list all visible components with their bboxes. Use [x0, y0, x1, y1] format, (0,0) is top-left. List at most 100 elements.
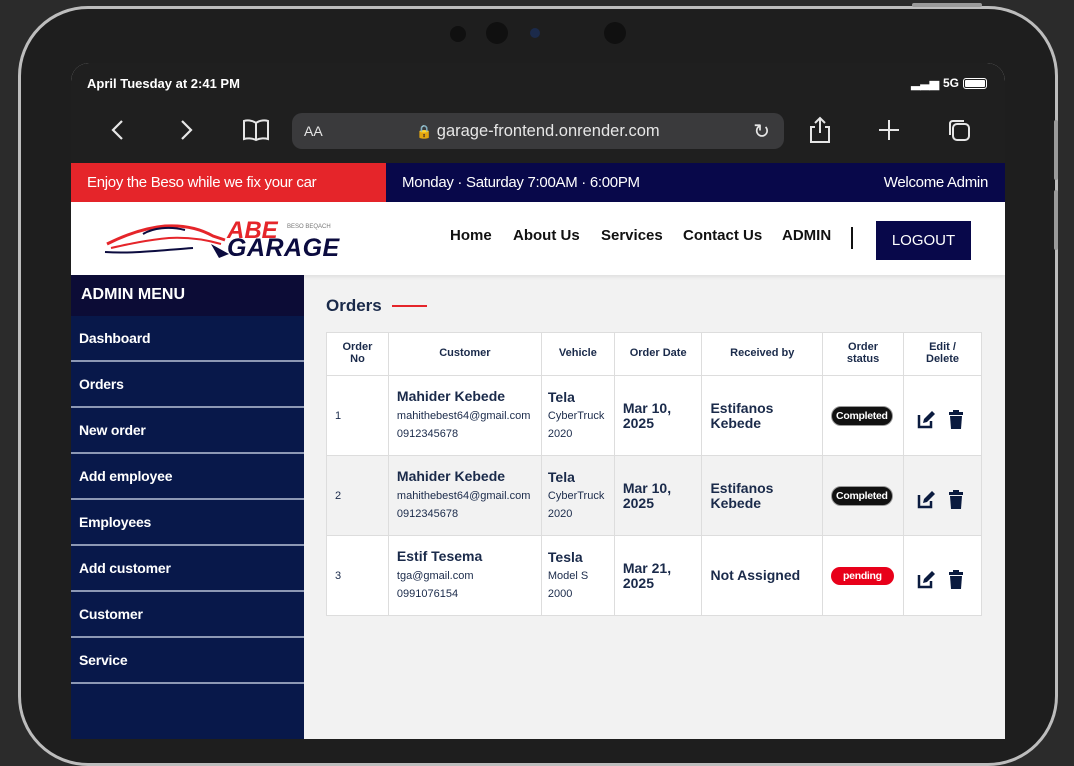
vehicle-cell: Tela CyberTruck 2020 — [540, 375, 615, 456]
actions-cell — [903, 535, 982, 616]
status-cell: pending — [822, 535, 905, 616]
order-date: Mar 21, 2025 — [613, 535, 703, 616]
logo-text-garage: GARAGE — [227, 234, 340, 262]
nav-about[interactable]: About Us — [513, 227, 580, 244]
signal-icon: ▂▃▅ — [911, 76, 939, 90]
new-tab-icon[interactable] — [874, 115, 904, 145]
trash-icon[interactable] — [946, 489, 966, 510]
back-icon[interactable] — [103, 115, 133, 145]
logout-button[interactable]: LOGOUT — [876, 221, 971, 260]
sidebar-item-customer[interactable]: Customer — [71, 592, 304, 638]
vehicle-make: Tesla — [547, 548, 583, 565]
status-cell: Completed — [822, 375, 905, 456]
customer-name: Mahider Kebede — [396, 468, 506, 484]
camera-dot — [486, 22, 508, 44]
nav-divider — [851, 227, 853, 249]
received-by: Estifanos Kebede — [701, 375, 824, 456]
status-cell: Completed — [822, 455, 905, 536]
tablet-side-button — [1054, 190, 1058, 250]
col-header-customer: Customer — [387, 332, 542, 376]
edit-icon[interactable] — [916, 490, 936, 510]
customer-name: Estif Tesema — [396, 548, 483, 564]
nav-admin[interactable]: ADMIN — [782, 227, 831, 244]
trash-icon[interactable] — [946, 569, 966, 590]
url-label: garage-frontend.onrender.com — [436, 122, 660, 140]
customer-name: Mahider Kebede — [396, 388, 506, 404]
camera-dot — [450, 26, 466, 42]
lock-icon: 🔒 — [416, 124, 433, 139]
sidebar-item-service[interactable]: Service — [71, 638, 304, 684]
order-no: 1 — [326, 375, 389, 456]
top-info-bar: Enjoy the Beso while we fix your car Mon… — [71, 163, 1005, 202]
customer-email: mahithebest64@gmail.com — [396, 410, 531, 422]
vehicle-model: CyberTruck — [547, 489, 605, 502]
vehicle-cell: Tesla Model S 2000 — [540, 535, 615, 616]
tablet-side-button — [912, 3, 982, 7]
nav-contact[interactable]: Contact Us — [683, 227, 762, 244]
browser-chrome: April Tuesday at 2:41 PM ▂▃▅ 5G AA 🔒 gar… — [71, 63, 1005, 163]
logo-tagline: BESO BEQACH — [287, 224, 331, 230]
edit-icon[interactable] — [916, 410, 936, 430]
screen: April Tuesday at 2:41 PM ▂▃▅ 5G AA 🔒 gar… — [71, 63, 1005, 739]
orders-table: Order No Customer Vehicle Order Date Rec… — [326, 332, 982, 616]
admin-menu-title: ADMIN MENU — [71, 275, 304, 316]
tabs-icon[interactable] — [944, 115, 974, 145]
status-indicators: ▂▃▅ 5G — [911, 76, 987, 90]
vehicle-model: Model S — [547, 569, 589, 582]
customer-cell: Estif Tesema tga@gmail.com 0991076154 — [387, 535, 542, 616]
table-row: 2 Mahider Kebede mahithebest64@gmail.com… — [326, 455, 982, 536]
sidebar-item-orders[interactable]: Orders — [71, 362, 304, 408]
sidebar-item-new-order[interactable]: New order — [71, 408, 304, 454]
customer-phone: 0912345678 — [396, 428, 459, 440]
forward-icon[interactable] — [171, 115, 201, 145]
camera-lens — [530, 28, 540, 38]
page-title: Orders — [326, 296, 382, 315]
nav-services[interactable]: Services — [601, 227, 663, 244]
edit-icon[interactable] — [916, 570, 936, 590]
sidebar-item-employees[interactable]: Employees — [71, 500, 304, 546]
share-icon[interactable] — [805, 115, 835, 145]
col-header-order-date: Order Date — [613, 332, 703, 376]
trash-icon[interactable] — [946, 409, 966, 430]
vehicle-year: 2000 — [547, 587, 573, 600]
status-badge: Completed — [831, 485, 893, 506]
status-badge: Completed — [831, 405, 893, 426]
main-content: Orders Order No Customer Vehicle Order D… — [304, 275, 1005, 739]
sidebar-item-add-employee[interactable]: Add employee — [71, 454, 304, 500]
promo-banner: Enjoy the Beso while we fix your car — [71, 163, 386, 202]
customer-cell: Mahider Kebede mahithebest64@gmail.com 0… — [387, 455, 542, 536]
table-row: 3 Estif Tesema tga@gmail.com 0991076154 … — [326, 535, 982, 616]
vehicle-cell: Tela CyberTruck 2020 — [540, 455, 615, 536]
text-size-button[interactable]: AA — [304, 123, 323, 139]
received-by: Estifanos Kebede — [701, 455, 824, 536]
nav-home[interactable]: Home — [450, 227, 492, 244]
network-label: 5G — [942, 76, 959, 90]
customer-email: tga@gmail.com — [396, 570, 474, 582]
url-text: 🔒 garage-frontend.onrender.com — [416, 122, 660, 141]
customer-phone: 0991076154 — [396, 588, 459, 600]
welcome-text: Welcome Admin — [883, 174, 989, 191]
admin-sidebar: ADMIN MENU Dashboard Orders New order Ad… — [71, 275, 304, 739]
vehicle-model: CyberTruck — [547, 409, 605, 422]
bookmarks-icon[interactable] — [241, 115, 271, 145]
order-no: 2 — [326, 455, 389, 536]
reload-icon[interactable]: ↻ — [753, 119, 770, 144]
actions-cell — [903, 375, 982, 456]
customer-phone: 0912345678 — [396, 508, 459, 520]
received-by: Not Assigned — [701, 535, 824, 616]
actions-cell — [903, 455, 982, 536]
tablet-side-button — [1054, 120, 1058, 180]
site-logo[interactable]: ABE BESO BEQACH GARAGE — [103, 214, 339, 264]
order-date: Mar 10, 2025 — [613, 455, 703, 536]
vehicle-make: Tela — [547, 468, 575, 485]
sidebar-item-add-customer[interactable]: Add customer — [71, 546, 304, 592]
vehicle-make: Tela — [547, 388, 575, 405]
camera-dot — [604, 22, 626, 44]
customer-cell: Mahider Kebede mahithebest64@gmail.com 0… — [387, 375, 542, 456]
order-date: Mar 10, 2025 — [613, 375, 703, 456]
status-time: April Tuesday at 2:41 PM — [87, 76, 240, 91]
address-bar[interactable]: AA 🔒 garage-frontend.onrender.com ↻ — [292, 113, 784, 149]
sidebar-item-dashboard[interactable]: Dashboard — [71, 316, 304, 362]
customer-email: mahithebest64@gmail.com — [396, 490, 531, 502]
title-underline — [392, 305, 427, 307]
